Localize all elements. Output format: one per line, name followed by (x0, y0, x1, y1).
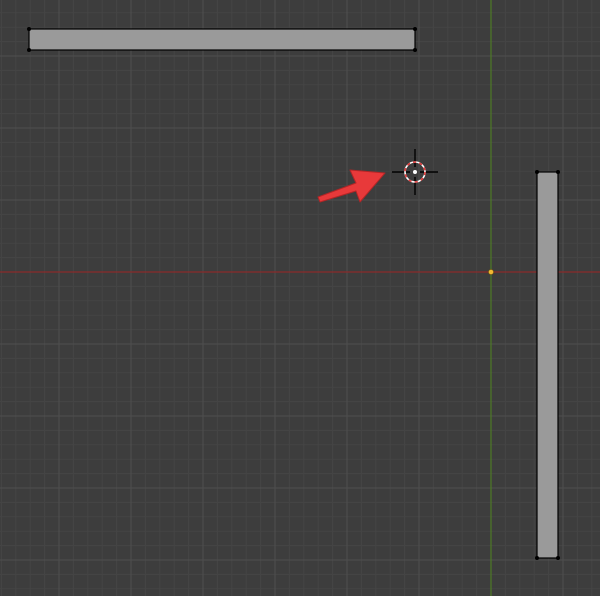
vertex[interactable] (556, 556, 560, 560)
origin-dot-icon[interactable] (488, 269, 494, 275)
3d-viewport[interactable] (0, 0, 600, 596)
vertex[interactable] (535, 556, 539, 560)
viewport-background (0, 0, 600, 596)
vertex[interactable] (27, 27, 31, 31)
vertex[interactable] (27, 48, 31, 52)
viewport-canvas[interactable] (0, 0, 600, 596)
vertex[interactable] (535, 170, 539, 174)
horizontal-plane-face[interactable] (28, 28, 416, 51)
vertex[interactable] (556, 170, 560, 174)
vertical-plane-face[interactable] (536, 171, 559, 559)
horizontal-plane[interactable] (27, 27, 417, 52)
vertex[interactable] (413, 48, 417, 52)
vertex[interactable] (413, 27, 417, 31)
vertical-plane[interactable] (535, 170, 560, 560)
